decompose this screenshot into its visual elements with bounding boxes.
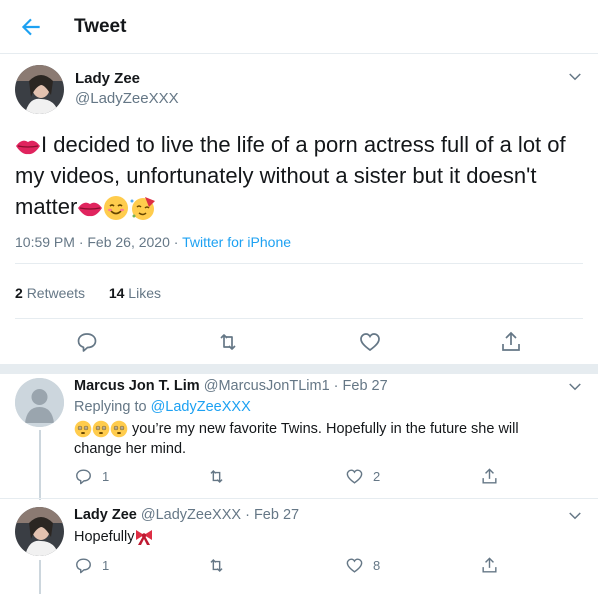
author-handle[interactable]: @LadyZeeXXX — [75, 90, 179, 107]
divider — [15, 318, 583, 319]
like-count: 8 — [373, 558, 381, 573]
retweet-icon — [210, 558, 223, 573]
like-icon[interactable] — [358, 330, 382, 354]
like-icon — [346, 469, 363, 484]
reply-retweet-button[interactable] — [207, 556, 235, 575]
flushed-face-icon — [74, 420, 92, 438]
reply-text: you’re my new favorite Twins. Hopefully … — [74, 419, 554, 459]
tweet-stats: 2 Retweets 14 Likes — [15, 285, 161, 301]
ribbon-icon — [136, 530, 153, 546]
avatar[interactable] — [15, 65, 64, 114]
divider — [0, 498, 598, 499]
chevron-down-icon[interactable] — [566, 68, 584, 86]
flushed-face-icon — [110, 420, 128, 438]
header-bar: Tweet — [0, 0, 598, 54]
retweets-stat[interactable]: 2 Retweets — [15, 285, 85, 301]
author-name[interactable]: Lady Zee — [75, 70, 140, 87]
reply-retweet-button[interactable] — [207, 467, 235, 486]
reply-share-button[interactable] — [480, 467, 499, 486]
page-title: Tweet — [74, 16, 127, 37]
share-icon[interactable] — [499, 330, 523, 354]
reply-author-name[interactable]: Lady Zee @LadyZeeXXX · Feb 27 — [74, 507, 299, 523]
tweet-source[interactable]: Twitter for iPhone — [182, 234, 291, 250]
like-icon — [346, 558, 363, 573]
reply-text: Hopefully — [74, 527, 554, 547]
avatar[interactable] — [15, 507, 64, 556]
reply-handle-date: @MarcusJonTLim1 · Feb 27 — [203, 378, 388, 394]
chevron-down-icon[interactable] — [566, 378, 584, 396]
reply-icon[interactable] — [75, 330, 99, 354]
reply-icon — [76, 469, 91, 485]
avatar[interactable] — [15, 378, 64, 427]
replying-to: Replying to @LadyZeeXXX — [74, 399, 251, 415]
reply-like-button[interactable]: 8 — [345, 556, 380, 575]
section-separator — [0, 364, 598, 374]
share-icon — [482, 557, 497, 573]
share-icon — [482, 468, 497, 484]
reply-count: 1 — [102, 558, 110, 573]
smiling-face-icon — [104, 196, 129, 221]
chevron-down-icon[interactable] — [566, 507, 584, 525]
divider — [15, 263, 583, 264]
flushed-face-icon — [92, 420, 110, 438]
kiss-lips-icon — [78, 202, 103, 217]
reply-like-button[interactable]: 2 — [345, 467, 380, 486]
reply-reply-button[interactable]: 1 — [74, 556, 109, 575]
tweet-text: I decided to live the life of a porn act… — [15, 129, 585, 222]
kiss-lips-icon — [16, 140, 40, 155]
thread-line — [39, 560, 41, 594]
likes-stat[interactable]: 14 Likes — [109, 285, 161, 301]
reply-body-text: you’re my new favorite Twins. Hopefully … — [74, 421, 519, 457]
like-count: 2 — [373, 469, 381, 484]
reply-count: 1 — [102, 469, 110, 484]
reply-author-name[interactable]: Marcus Jon T. Lim @MarcusJonTLim1 · Feb … — [74, 378, 388, 394]
reply-body-text: Hopefully — [74, 529, 135, 545]
replying-to-link[interactable]: @LadyZeeXXX — [151, 399, 251, 415]
reply-reply-button[interactable]: 1 — [74, 467, 109, 486]
retweet-icon[interactable] — [216, 330, 240, 354]
reply-handle-date: @LadyZeeXXX · Feb 27 — [140, 507, 300, 523]
tweet-timestamp[interactable]: 10:59 PM · Feb 26, 2020 · — [15, 234, 182, 250]
back-arrow-icon[interactable] — [18, 14, 44, 40]
reply-icon — [76, 558, 91, 574]
thread-line — [39, 430, 41, 500]
partying-face-icon — [130, 197, 156, 221]
reply-share-button[interactable] — [480, 556, 499, 575]
retweet-icon — [210, 469, 223, 484]
tweet-meta: 10:59 PM · Feb 26, 2020 · Twitter for iP… — [15, 234, 291, 250]
